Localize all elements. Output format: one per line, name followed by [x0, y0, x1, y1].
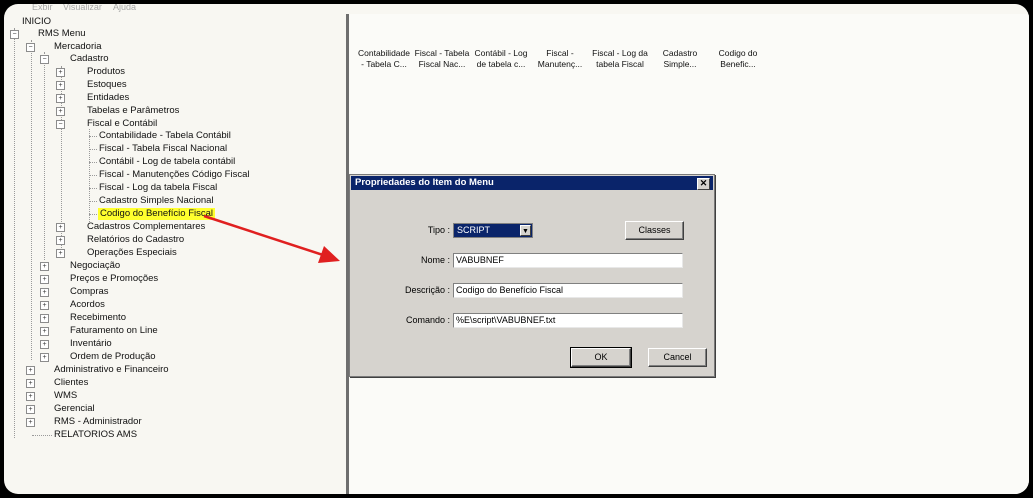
screen-frame: Exbir Visualizar Ajuda INICIO − RMS Menu… [4, 4, 1029, 494]
red-arrow-annotation [203, 214, 340, 263]
